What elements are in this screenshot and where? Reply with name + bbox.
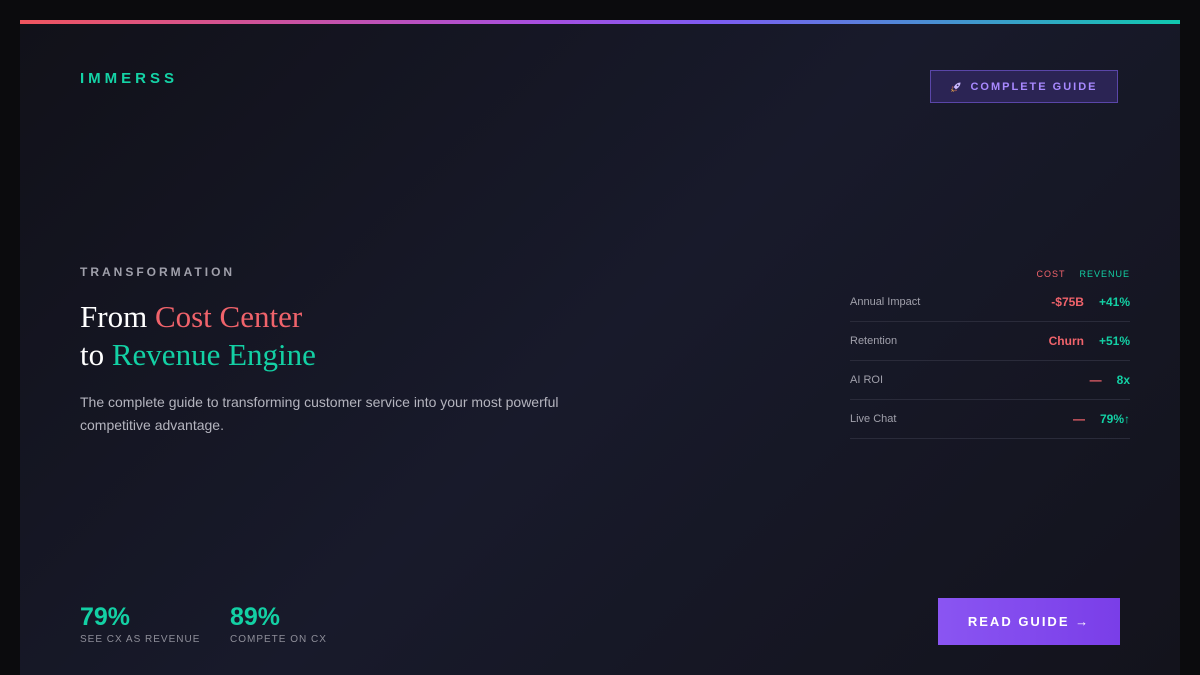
header-revenue: REVENUE <box>1079 269 1130 279</box>
headline-to: to <box>80 337 112 372</box>
table-row: Retention Churn +51% <box>850 322 1130 361</box>
rocket-icon <box>951 82 961 92</box>
table-row: AI ROI — 8x <box>850 361 1130 400</box>
hero-headline: From Cost Center to Revenue Engine <box>80 298 316 374</box>
stat-label: COMPETE ON CX <box>230 634 327 645</box>
stat-cx-revenue: 79% SEE CX AS REVENUE <box>80 603 200 645</box>
stat-value: 89% <box>230 603 281 631</box>
row-cost-value: — <box>1089 373 1102 387</box>
row-label: AI ROI <box>850 374 884 386</box>
comparison-header: COST REVENUE <box>850 265 1130 283</box>
row-revenue-value: 79%↑ <box>1099 412 1130 426</box>
hero-subtitle: The complete guide to transforming custo… <box>80 394 559 433</box>
table-row: Live Chat — 79%↑ <box>850 400 1130 439</box>
row-cost-value: -$75B <box>1051 295 1084 309</box>
headline-from: From <box>80 299 155 334</box>
row-label: Live Chat <box>850 413 897 425</box>
header-cost: COST <box>1036 269 1066 279</box>
hero-slide: IMMERSS COMPLETE GUIDE TRANSFORMATION Fr… <box>20 20 1180 675</box>
stat-compete-cx: 89% COMPETE ON CX <box>230 603 327 645</box>
complete-guide-badge[interactable]: COMPLETE GUIDE <box>930 70 1118 103</box>
section-eyebrow: TRANSFORMATION <box>80 265 236 279</box>
row-label: Annual Impact <box>850 296 921 308</box>
row-revenue-value: 8x <box>1116 373 1130 387</box>
table-row: Annual Impact -$75B +41% <box>850 283 1130 322</box>
brand-logo: IMMERSS <box>80 70 179 87</box>
stat-label: SEE CX AS REVENUE <box>80 634 201 645</box>
headline-revenue-engine: Revenue Engine <box>111 337 316 372</box>
comparison-table: COST REVENUE Annual Impact -$75B +41% Re… <box>850 265 1130 439</box>
gradient-top-bar <box>20 20 1180 24</box>
row-cost-value: Churn <box>1048 334 1084 348</box>
row-cost-value: — <box>1072 412 1085 426</box>
row-label: Retention <box>850 335 898 347</box>
complete-guide-label: COMPLETE GUIDE <box>970 80 1098 93</box>
row-revenue-value: +41% <box>1098 295 1130 309</box>
headline-cost-center: Cost Center <box>154 299 303 334</box>
stat-value: 79% <box>80 603 131 631</box>
row-revenue-value: +51% <box>1098 334 1130 348</box>
read-guide-button[interactable]: READ GUIDE → <box>938 598 1120 645</box>
